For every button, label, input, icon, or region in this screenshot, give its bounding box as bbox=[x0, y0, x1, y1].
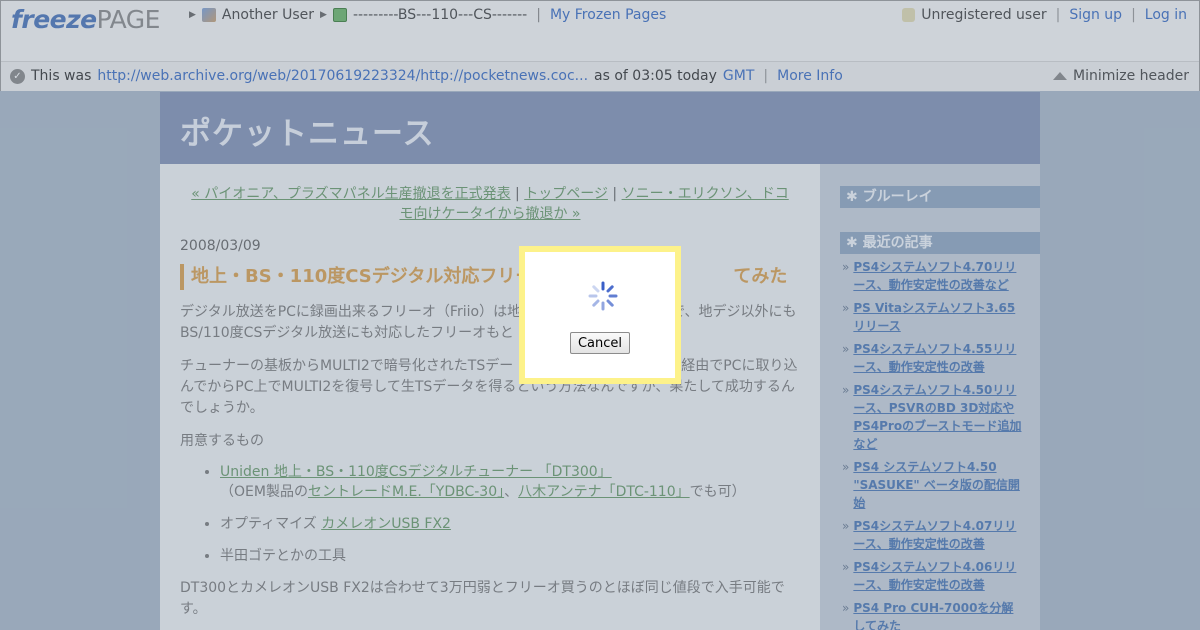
loading-spinner-icon bbox=[588, 281, 618, 311]
cancel-button[interactable]: Cancel bbox=[570, 332, 630, 354]
loading-dialog: Cancel bbox=[519, 246, 681, 384]
